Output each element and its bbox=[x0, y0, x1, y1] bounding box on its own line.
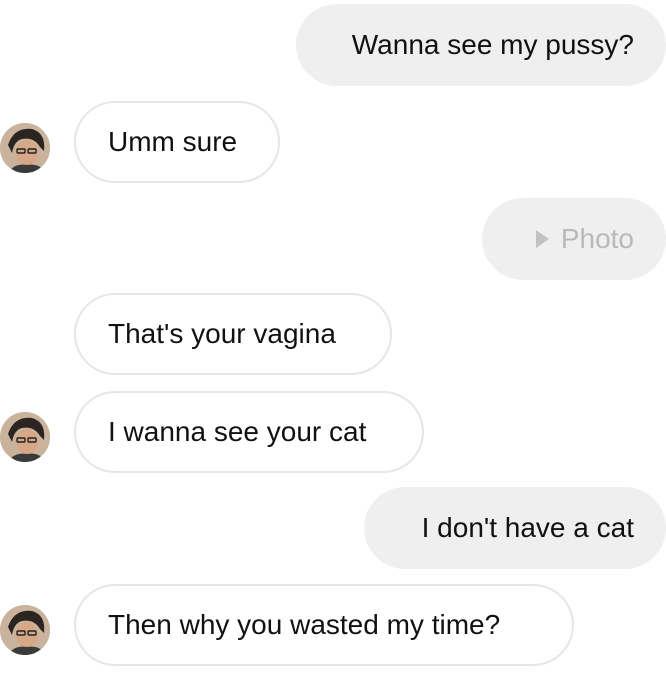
message-text: Wanna see my pussy? bbox=[351, 29, 634, 60]
avatar-photo-icon bbox=[0, 412, 50, 462]
outgoing-message-bubble[interactable]: Wanna see my pussy? bbox=[296, 4, 666, 86]
incoming-message-bubble[interactable]: Umm sure bbox=[74, 101, 280, 183]
sender-avatar[interactable] bbox=[0, 605, 50, 655]
incoming-message-bubble[interactable]: That's your vagina bbox=[74, 293, 392, 375]
message-text: I wanna see your cat bbox=[108, 416, 367, 447]
play-icon bbox=[535, 230, 549, 248]
sender-avatar[interactable] bbox=[0, 412, 50, 462]
message-text: That's your vagina bbox=[108, 318, 336, 349]
avatar-photo-icon bbox=[0, 605, 50, 655]
incoming-message-bubble[interactable]: I wanna see your cat bbox=[74, 391, 424, 473]
message-text: I don't have a cat bbox=[421, 512, 634, 543]
message-text: Then why you wasted my time? bbox=[108, 609, 501, 640]
photo-label: Photo bbox=[560, 223, 634, 254]
message-thread: Wanna see my pussy? Umm sure Photo That'… bbox=[0, 0, 666, 692]
outgoing-photo-message[interactable]: Photo bbox=[482, 198, 666, 280]
outgoing-message-bubble[interactable]: I don't have a cat bbox=[364, 487, 666, 569]
message-text: Umm sure bbox=[108, 126, 238, 157]
incoming-message-bubble[interactable]: Then why you wasted my time? bbox=[74, 584, 574, 666]
sender-avatar[interactable] bbox=[0, 123, 50, 173]
avatar-photo-icon bbox=[0, 123, 50, 173]
